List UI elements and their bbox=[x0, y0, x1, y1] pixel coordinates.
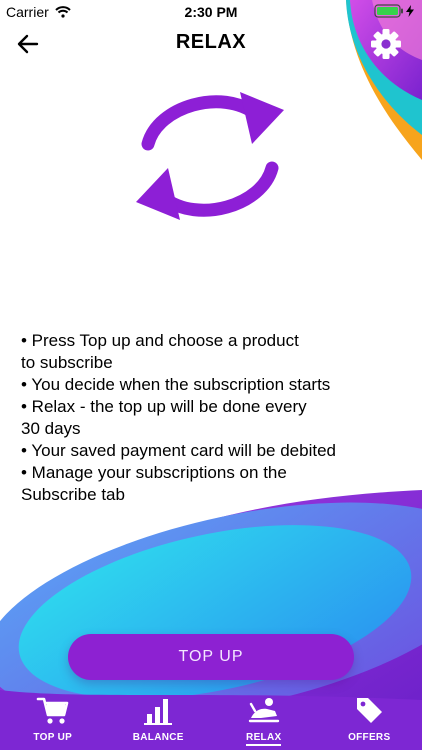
instructions-list: • Press Top up and choose a product to s… bbox=[21, 330, 401, 506]
instruction-line: • Manage your subscriptions on the bbox=[21, 463, 287, 482]
instruction-line: • Relax - the top up will be done every bbox=[21, 397, 307, 416]
cart-icon bbox=[36, 697, 69, 724]
status-time: 2:30 PM bbox=[184, 4, 238, 20]
charging-bolt-icon bbox=[406, 5, 414, 17]
instruction-line: • You decide when the subscription start… bbox=[21, 375, 331, 394]
instruction-line: 30 days bbox=[21, 419, 81, 438]
tab-label: TOP UP bbox=[33, 732, 73, 743]
page-title: RELAX bbox=[175, 31, 247, 53]
tab-top-up[interactable]: TOP UP bbox=[0, 688, 106, 750]
instruction-line: Subscribe tab bbox=[21, 485, 125, 504]
tab-balance[interactable]: BALANCE bbox=[106, 688, 212, 750]
battery-icon bbox=[374, 4, 403, 18]
top-up-button[interactable]: TOP UP bbox=[68, 634, 354, 680]
back-button[interactable] bbox=[14, 30, 42, 58]
arrow-left-icon bbox=[17, 34, 39, 54]
tab-label: BALANCE bbox=[132, 732, 184, 743]
refresh-arrows-icon bbox=[136, 92, 284, 220]
gear-icon[interactable] bbox=[368, 26, 404, 62]
instruction-line: to subscribe bbox=[21, 353, 113, 372]
tab-bar: TOP UP BALANCE RELAX OFFERS bbox=[0, 688, 422, 750]
relax-icon bbox=[248, 698, 279, 723]
tab-relax[interactable]: RELAX bbox=[211, 688, 317, 750]
tab-label: RELAX bbox=[246, 732, 282, 746]
bar-chart-icon bbox=[144, 699, 173, 725]
tab-offers[interactable]: OFFERS bbox=[317, 688, 422, 750]
status-bar: Carrier 2:30 PM bbox=[0, 0, 422, 24]
tab-label: OFFERS bbox=[348, 732, 391, 743]
instruction-line: • Your saved payment card will be debite… bbox=[21, 441, 336, 460]
instruction-line: • Press Top up and choose a product bbox=[21, 331, 299, 350]
tag-icon bbox=[357, 698, 383, 723]
battery-indicator bbox=[374, 4, 414, 18]
header: RELAX bbox=[0, 26, 422, 60]
